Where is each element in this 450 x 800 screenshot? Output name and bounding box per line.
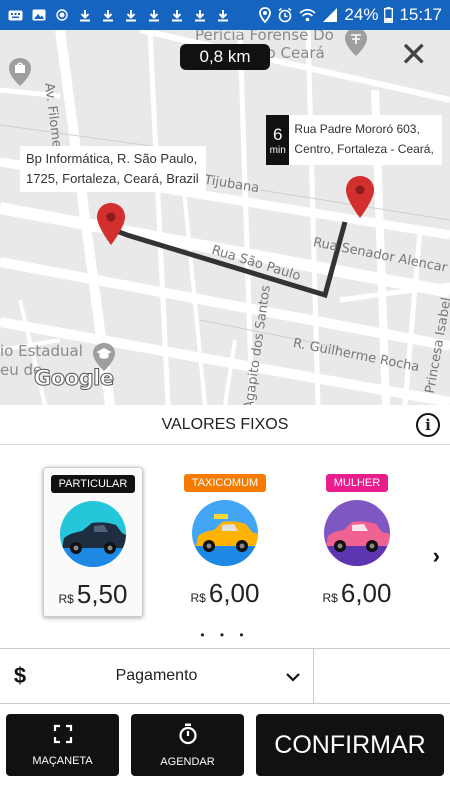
car-particular-icon	[60, 501, 126, 567]
car-mulher-icon	[324, 500, 390, 566]
download-icon	[100, 8, 115, 23]
macaneta-button[interactable]: MAÇANETA	[6, 714, 119, 776]
pagination-dots: • • •	[200, 628, 250, 642]
download-icon	[215, 8, 230, 23]
payment-label: Pagamento	[115, 667, 198, 684]
fixed-values-header: VALORES FIXOS i	[0, 405, 450, 445]
download-icon	[192, 8, 207, 23]
option-taxicomum[interactable]: TAXICOMUM R$ 6,00	[175, 467, 275, 617]
forensics-poi-icon	[344, 30, 368, 62]
download-icon	[123, 8, 138, 23]
chevron-right-icon[interactable]: ›	[433, 543, 440, 569]
location-icon	[259, 7, 272, 23]
wifi-icon	[299, 8, 316, 22]
shopping-poi-icon	[8, 57, 32, 92]
confirmar-button[interactable]: CONFIRMAR	[256, 714, 444, 776]
timer-icon	[178, 723, 198, 750]
option-mulher[interactable]: MULHER R$ 6,00	[307, 467, 407, 617]
eta-value: 6	[272, 124, 283, 144]
price-value: 6,00	[340, 578, 392, 608]
clock: 15:17	[399, 5, 442, 24]
signal-icon	[322, 7, 338, 23]
fullscreen-icon	[53, 724, 73, 749]
chevron-down-icon	[273, 665, 313, 688]
price-currency: R$	[322, 591, 338, 605]
google-logo: Google	[34, 366, 115, 391]
payment-row: $ Pagamento	[0, 648, 450, 704]
origin-info-box[interactable]: Bp Informática, R. São Paulo, 1725, Fort…	[20, 146, 206, 192]
app-screen: 24% 15:17 Perícia Forense Do Do Ceará io…	[0, 0, 450, 800]
option-taxicomum-price: R$ 6,00	[191, 578, 260, 609]
battery-percent: 24%	[344, 5, 379, 24]
vehicle-options: PARTICULAR R$ 5,50 TAXICOMUM R$ 6,00 MUL…	[0, 445, 450, 645]
car-taxi-icon	[192, 500, 258, 566]
alarm-icon	[277, 7, 293, 23]
route-map[interactable]: Perícia Forense Do Do Ceará io Estadual …	[0, 30, 450, 405]
image-icon	[31, 8, 46, 23]
price-value: 6,00	[208, 578, 260, 608]
macaneta-label: MAÇANETA	[32, 754, 93, 767]
download-icon	[146, 8, 161, 23]
agendar-button[interactable]: AGENDAR	[131, 714, 244, 776]
download-icon	[169, 8, 184, 23]
option-mulher-price: R$ 6,00	[323, 578, 392, 609]
status-bar: 24% 15:17	[0, 0, 450, 30]
confirmar-label: CONFIRMAR	[274, 730, 426, 759]
option-mulher-label: MULHER	[325, 474, 389, 492]
destination-info-box[interactable]: 6 min Rua Padre Mororó 603, Centro, Fort…	[266, 115, 442, 165]
price-currency: R$	[58, 592, 74, 606]
poi-estadual-label: io Estadual	[0, 342, 83, 360]
download-icon	[77, 8, 92, 23]
payment-selector[interactable]: $ Pagamento	[0, 649, 314, 703]
battery-icon	[384, 7, 394, 23]
fixed-values-title: VALORES FIXOS	[161, 415, 289, 433]
price-value: 5,50	[76, 579, 128, 609]
dollar-icon: $	[13, 663, 27, 688]
distance-badge: 0,8 km	[180, 44, 270, 70]
origin-pin-icon[interactable]	[96, 202, 126, 246]
price-currency: R$	[190, 591, 206, 605]
info-icon[interactable]: i	[416, 413, 440, 437]
option-particular[interactable]: PARTICULAR R$ 5,50	[43, 467, 143, 617]
option-particular-label: PARTICULAR	[50, 475, 136, 493]
close-icon[interactable]: ✕	[400, 38, 429, 72]
destination-pin-icon[interactable]	[345, 175, 375, 219]
record-icon	[54, 8, 69, 23]
eta-unit: min	[269, 144, 286, 156]
option-taxicomum-label: TAXICOMUM	[183, 474, 267, 492]
agendar-label: AGENDAR	[160, 755, 215, 768]
destination-address: Rua Padre Mororó 603, Centro, Fortaleza …	[294, 122, 434, 156]
option-particular-price: R$ 5,50	[59, 579, 128, 610]
keyboard-icon	[8, 8, 23, 23]
poi-pericia-label: Perícia Forense Do	[195, 30, 334, 44]
eta-box: 6 min	[266, 115, 290, 165]
